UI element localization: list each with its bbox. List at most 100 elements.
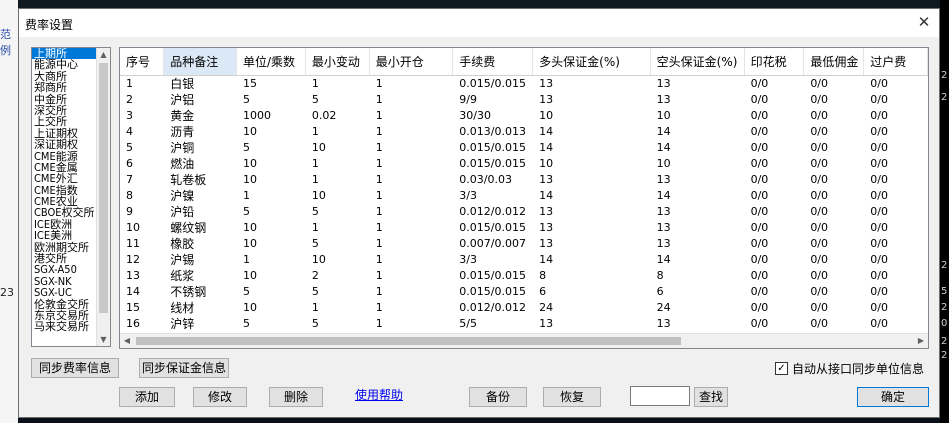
table-cell: 6: [656, 285, 664, 298]
auto-sync-checkbox[interactable]: ✓ 自动从接口同步单位信息: [775, 360, 924, 377]
table-cell: 2: [311, 269, 319, 282]
table-cell: 白银: [170, 77, 195, 91]
table-row[interactable]: 14 不锈钢 5 5 1 0.015/0.015 6 6 0/0 0/0 0/0: [120, 284, 928, 300]
table-cell: 1: [375, 269, 383, 282]
table-cell: 1: [311, 125, 319, 138]
table-cell: 14: [539, 141, 554, 154]
modify-button[interactable]: 修改: [193, 387, 247, 407]
scroll-thumb[interactable]: [99, 63, 108, 313]
table-row[interactable]: 7 轧卷板 10 1 1 0.03/0.03 13 13 0/0 0/0 0/0: [120, 172, 928, 188]
table-cell: 30/30: [459, 109, 491, 122]
table-row[interactable]: 15 线材 10 1 1 0.012/0.012 24 24 0/0 0/0 0/0: [120, 300, 928, 316]
search-button[interactable]: 查找: [694, 387, 728, 407]
table-cell: 0/0: [870, 125, 888, 138]
table-cell: 1: [375, 301, 383, 314]
table-row[interactable]: 5 沪铜 5 10 1 0.015/0.015 14 14 0/0 0/0 0/0: [120, 140, 928, 156]
sync-margin-button[interactable]: 同步保证金信息: [139, 358, 229, 378]
table-cell: 0/0: [810, 157, 829, 170]
table-cell: 0/0: [810, 125, 829, 138]
exchange-list-scrollbar[interactable]: ▲ ▼: [96, 48, 110, 346]
table-cell: 1: [375, 157, 383, 170]
table-cell: 纸浆: [170, 269, 195, 283]
scroll-left-icon[interactable]: ◀: [120, 334, 134, 348]
background-digit: 2: [941, 92, 948, 103]
table-row[interactable]: 3 黄金 1000 0.02 1 30/30 10 10 0/0 0/0 0/0: [120, 108, 928, 124]
table-cell: 5: [311, 93, 319, 106]
table-cell: 10: [126, 221, 140, 234]
background-digit: 0: [941, 318, 948, 329]
table-cell: 0/0: [810, 221, 829, 234]
background-top: [0, 0, 949, 8]
ok-button[interactable]: 确定: [857, 387, 929, 407]
table-cell: 10: [243, 237, 258, 250]
table-cell: 10: [243, 157, 258, 170]
table-cell: 10: [311, 189, 326, 202]
table-cell: 13: [656, 221, 671, 234]
fee-table-hscrollbar[interactable]: ◀ ▶: [120, 333, 928, 348]
table-cell: 3: [126, 109, 133, 122]
hscroll-thumb[interactable]: [136, 337, 681, 345]
column-header[interactable]: 多头保证金(%): [532, 48, 651, 76]
scroll-down-icon[interactable]: ▼: [97, 333, 110, 346]
table-cell: 14: [656, 141, 671, 154]
column-header[interactable]: 品种备注: [163, 48, 238, 76]
table-cell: 24: [539, 301, 554, 314]
table-cell: 11: [126, 237, 140, 250]
column-header[interactable]: 单位/乘数: [236, 48, 306, 76]
table-cell: 8: [126, 189, 133, 202]
table-cell: 沥青: [170, 125, 195, 139]
table-cell: 0.007/0.007: [459, 237, 526, 250]
table-cell: 10: [243, 269, 258, 282]
exchange-list[interactable]: 上期所 能源中心 大商所 郑商所 中金所 深交所 上交所 上证期权 深证期权 CME能源 CME金属…: [31, 47, 111, 347]
table-cell: 1: [375, 205, 383, 218]
scroll-right-icon[interactable]: ▶: [914, 334, 928, 348]
table-row[interactable]: 4 沥青 10 1 1 0.013/0.013 14 14 0/0 0/0 0/0: [120, 124, 928, 140]
table-cell: 黄金: [170, 109, 195, 123]
column-header[interactable]: 最低佣金: [803, 48, 865, 76]
table-cell: 8: [539, 269, 547, 282]
table-cell: 1: [375, 125, 383, 138]
table-row[interactable]: 8 沪镍 1 10 1 3/3 14 14 0/0 0/0 0/0: [120, 188, 928, 204]
close-icon[interactable]: ✕: [915, 13, 933, 31]
add-button[interactable]: 添加: [119, 387, 175, 407]
table-row[interactable]: 13 纸浆 10 2 1 0.015/0.015 8 8 0/0 0/0 0/0: [120, 268, 928, 284]
table-row[interactable]: 1 白银 15 1 1 0.015/0.015 13 13 0/0 0/0 0/0: [120, 76, 928, 93]
background-digit: 2: [941, 350, 948, 361]
scroll-up-icon[interactable]: ▲: [97, 48, 110, 61]
table-row[interactable]: 2 沪铝 5 5 1 9/9 13 13 0/0 0/0 0/0: [120, 92, 928, 108]
table-row[interactable]: 11 橡胶 10 5 1 0.007/0.007 13 13 0/0 0/0 0/0: [120, 236, 928, 252]
column-header[interactable]: 序号: [120, 48, 165, 76]
table-cell: 0/0: [870, 77, 888, 90]
table-cell: 10: [243, 173, 258, 186]
table-row[interactable]: 16 沪锌 5 5 1 5/5 13 13 0/0 0/0 0/0: [120, 316, 928, 332]
delete-button[interactable]: 删除: [269, 387, 323, 407]
table-cell: 螺纹钢: [170, 221, 207, 235]
background-left-text: 范例: [0, 28, 11, 57]
table-cell: 1: [375, 237, 383, 250]
table-cell: 1000: [243, 109, 272, 122]
table-cell: 5: [311, 205, 319, 218]
column-header[interactable]: 印花税: [744, 48, 805, 76]
restore-button[interactable]: 恢复: [543, 387, 601, 407]
column-header[interactable]: 最小开仓: [369, 48, 454, 76]
table-cell: 0/0: [870, 253, 888, 266]
search-input[interactable]: [630, 386, 690, 406]
backup-button[interactable]: 备份: [469, 387, 527, 407]
column-header[interactable]: 最小变动: [305, 48, 370, 76]
table-row[interactable]: 9 沪铅 5 5 1 0.012/0.012 13 13 0/0 0/0 0/0: [120, 204, 928, 220]
column-header[interactable]: 过户费: [863, 48, 928, 76]
table-cell: 24: [656, 301, 671, 314]
table-row[interactable]: 6 燃油 10 1 1 0.015/0.015 10 10 0/0 0/0 0/0: [120, 156, 928, 172]
table-cell: 0.015/0.015: [459, 157, 526, 170]
table-cell: 14: [656, 189, 671, 202]
table-cell: 1: [375, 141, 383, 154]
column-header[interactable]: 空头保证金(%): [650, 48, 745, 76]
column-header[interactable]: 手续费: [452, 48, 534, 76]
table-row[interactable]: 10 螺纹钢 10 1 1 0.015/0.015 13 13 0/0 0/0 0/0: [120, 220, 928, 236]
checkbox-check-icon[interactable]: ✓: [775, 362, 788, 375]
table-row[interactable]: 12 沪锡 1 10 1 3/3 14 14 0/0 0/0 0/0: [120, 252, 928, 268]
table-cell: 燃油: [170, 157, 195, 171]
help-link[interactable]: 使用帮助: [355, 386, 403, 403]
table-cell: 0/0: [750, 125, 769, 138]
sync-fee-button[interactable]: 同步费率信息: [31, 358, 119, 378]
